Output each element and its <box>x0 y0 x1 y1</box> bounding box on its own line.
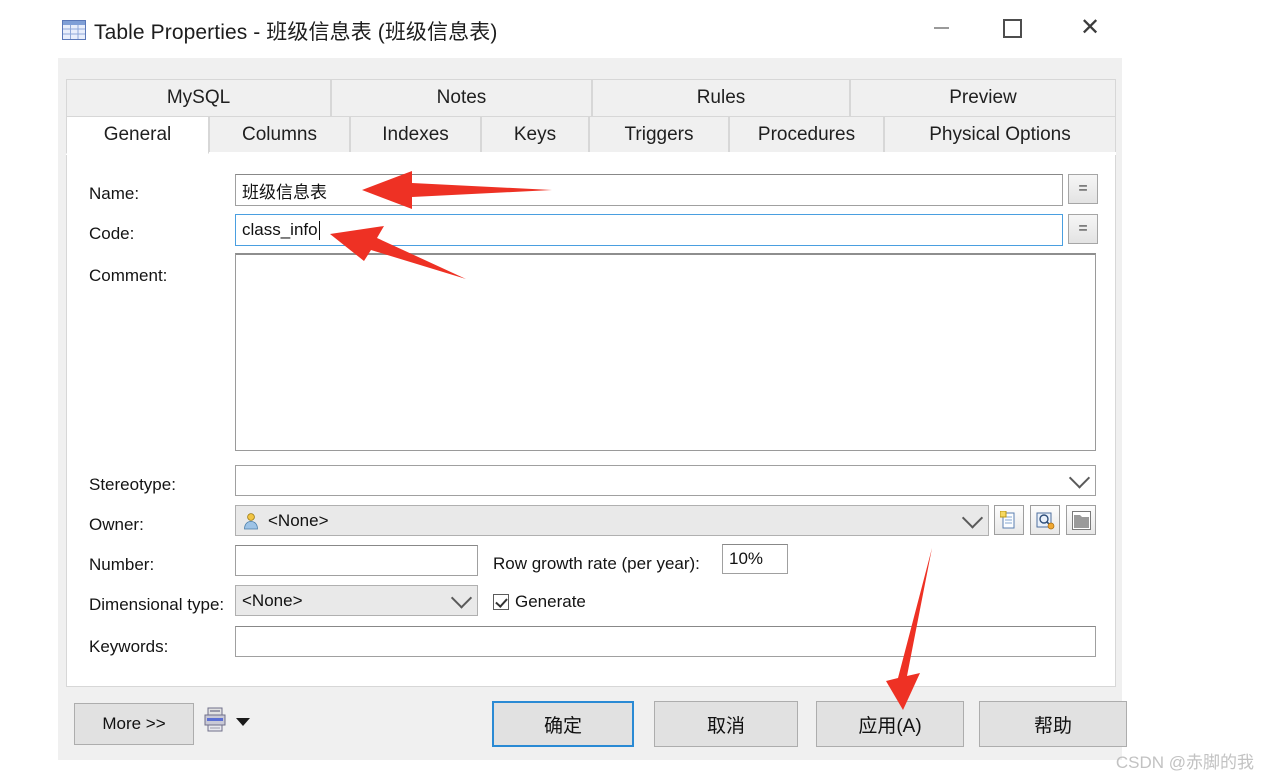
tab-label: Physical Options <box>929 124 1071 145</box>
code-label: Code: <box>89 224 135 243</box>
help-button[interactable]: 帮助 <box>979 701 1127 747</box>
tab-notes[interactable]: Notes <box>331 79 592 117</box>
dialog-footer: More >> 确定 取消 应用(A) 帮助 <box>66 693 1127 753</box>
code-input[interactable]: class_info <box>235 214 1063 246</box>
stereotype-label: Stereotype: <box>89 475 176 494</box>
tab-label: Keys <box>513 124 557 145</box>
stereotype-combobox[interactable] <box>235 465 1096 496</box>
tab-columns[interactable]: Columns <box>209 116 350 154</box>
ok-button-label: 确定 <box>543 715 582 737</box>
caret-down-icon[interactable] <box>236 718 250 726</box>
tab-triggers[interactable]: Triggers <box>589 116 729 154</box>
tab-row-top: MySQL Notes Rules Preview <box>66 79 1116 117</box>
chevron-down-icon <box>450 586 473 609</box>
more-button-label: More >> <box>102 714 166 733</box>
row-growth-rate-value: 10% <box>729 549 764 568</box>
tab-row-bottom: General Columns Indexes Keys Triggers Pr… <box>66 116 1116 154</box>
name-label: Name: <box>89 184 140 203</box>
tab-procedures[interactable]: Procedures <box>729 116 884 154</box>
tab-label: Columns <box>242 124 317 145</box>
tab-rules[interactable]: Rules <box>592 79 850 117</box>
tab-label: Triggers <box>624 124 694 145</box>
text-caret <box>318 220 320 240</box>
properties-icon[interactable] <box>1030 505 1060 535</box>
tab-preview[interactable]: Preview <box>850 79 1116 117</box>
minimize-icon[interactable] <box>918 6 964 50</box>
keywords-label: Keywords: <box>89 637 169 656</box>
equals-icon: = <box>1078 180 1088 197</box>
apply-button[interactable]: 应用(A) <box>816 701 964 747</box>
keywords-input[interactable] <box>235 626 1096 657</box>
tab-mysql[interactable]: MySQL <box>66 79 331 117</box>
more-button[interactable]: More >> <box>74 703 194 745</box>
tab-active-mask <box>66 152 1116 155</box>
chevron-down-icon <box>1068 466 1091 489</box>
general-tab-panel: Name: 班级信息表 = Code: class_info = Comment… <box>66 154 1116 687</box>
number-input[interactable] <box>235 545 478 576</box>
apply-button-label: 应用(A) <box>858 715 922 737</box>
tab-physical-options[interactable]: Physical Options <box>884 116 1116 154</box>
name-equals-button[interactable]: = <box>1068 174 1098 204</box>
owner-combobox[interactable]: <None> <box>235 505 989 536</box>
maximize-icon[interactable] <box>989 6 1035 50</box>
tab-general[interactable]: General <box>66 116 209 154</box>
dimensional-type-combobox[interactable]: <None> <box>235 585 478 616</box>
generate-label: Generate <box>515 592 586 611</box>
dialog-body: MySQL Notes Rules Preview General Column… <box>58 58 1127 760</box>
tab-label: Notes <box>436 87 487 108</box>
select-object-icon[interactable] <box>1066 505 1096 535</box>
create-object-icon[interactable] <box>994 505 1024 535</box>
tab-label: Preview <box>949 87 1017 108</box>
name-input[interactable]: 班级信息表 <box>235 174 1063 206</box>
tab-strip: MySQL Notes Rules Preview General Column… <box>66 79 1116 155</box>
comment-textarea[interactable] <box>235 253 1096 451</box>
window-title: Table Properties - 班级信息表 (班级信息表) <box>94 21 498 44</box>
tab-label: Rules <box>696 87 746 108</box>
owner-value: <None> <box>268 510 329 530</box>
table-properties-window: Table Properties - 班级信息表 (班级信息表) ✕ MySQL… <box>0 0 1130 760</box>
help-button-label: 帮助 <box>1033 715 1072 737</box>
equals-icon: = <box>1078 220 1088 237</box>
dimensional-type-value: <None> <box>242 590 303 610</box>
row-growth-rate-label: Row growth rate (per year): <box>493 554 700 573</box>
generate-checkbox[interactable]: Generate <box>493 592 586 612</box>
ok-button[interactable]: 确定 <box>492 701 634 747</box>
cancel-button[interactable]: 取消 <box>654 701 798 747</box>
comment-label: Comment: <box>89 266 168 285</box>
close-icon[interactable]: ✕ <box>1067 6 1113 50</box>
number-label: Number: <box>89 555 155 574</box>
tab-label: Indexes <box>382 124 449 145</box>
user-icon <box>242 512 260 530</box>
name-input-value: 班级信息表 <box>242 182 327 202</box>
watermark-text: CSDN @赤脚的我 <box>1115 753 1254 772</box>
chevron-down-icon <box>961 506 984 529</box>
row-growth-rate-input[interactable]: 10% <box>722 544 788 574</box>
tab-label: MySQL <box>166 87 231 108</box>
code-equals-button[interactable]: = <box>1068 214 1098 244</box>
tab-indexes[interactable]: Indexes <box>350 116 481 154</box>
table-icon <box>62 20 86 40</box>
cancel-button-label: 取消 <box>706 715 745 737</box>
owner-label: Owner: <box>89 515 144 534</box>
tab-keys[interactable]: Keys <box>481 116 589 154</box>
printer-icon[interactable] <box>204 707 228 733</box>
checkbox-box <box>493 594 509 610</box>
code-input-value: class_info <box>242 220 318 239</box>
tab-label: Procedures <box>757 124 856 145</box>
tab-label: General <box>103 124 172 145</box>
title-bar: Table Properties - 班级信息表 (班级信息表) ✕ <box>0 0 1130 58</box>
dimensional-type-label: Dimensional type: <box>89 595 225 614</box>
